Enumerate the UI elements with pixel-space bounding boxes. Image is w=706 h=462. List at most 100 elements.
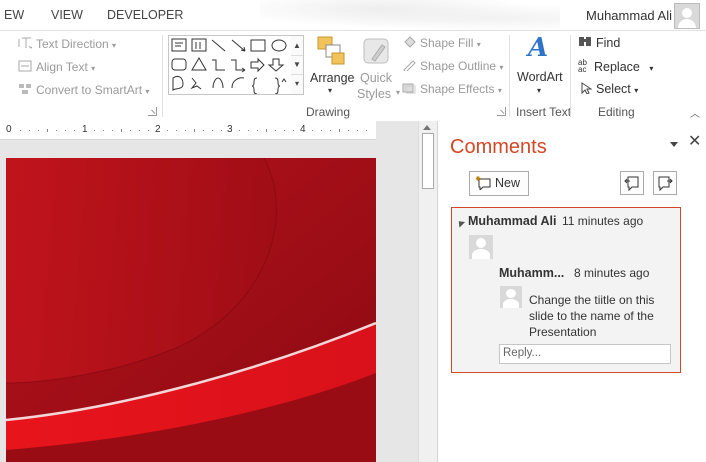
replace-button[interactable]: ab ac Replace ▾ (578, 58, 653, 75)
ruler-dot (221, 130, 222, 131)
reply-author: Muhamm... (499, 266, 565, 280)
arrange-button[interactable]: Arrange ▾ (308, 33, 354, 103)
select-label: Select (596, 82, 631, 96)
find-label: Find (596, 36, 621, 50)
drawing-dialog-launcher[interactable] (497, 107, 506, 116)
ruler-dot (176, 130, 177, 131)
gallery-more-icon[interactable]: ▾ (291, 74, 303, 93)
quick-styles-button[interactable]: Quick Styles ▾ (356, 33, 401, 103)
shape-effects-button[interactable]: Shape Effects ▾ (402, 82, 502, 96)
find-button[interactable]: Find (578, 36, 620, 50)
shape-effects-icon (402, 83, 416, 94)
wordart-button[interactable]: A WordArt ▾ (514, 33, 566, 103)
ruler-number: 2 (155, 124, 161, 135)
ruler-dot (56, 130, 57, 131)
ruler-dot (130, 130, 131, 131)
find-icon (579, 37, 591, 46)
shape-fill-icon (404, 36, 416, 48)
ruler-tick (266, 129, 267, 132)
ruler-dot (139, 130, 140, 131)
ribbon: Text Direction ▾ Align Text ▾ Convert to… (0, 30, 706, 122)
ruler-tick (194, 129, 195, 132)
collapse-thread-icon[interactable] (455, 218, 466, 228)
reply-input[interactable] (500, 345, 663, 361)
text-direction-button[interactable]: Text Direction ▾ (18, 37, 116, 51)
new-comment-icon (476, 176, 491, 190)
next-comment-button[interactable] (653, 171, 677, 195)
shapes-gallery[interactable] (168, 35, 292, 95)
slide-canvas[interactable] (6, 158, 376, 462)
convert-smartart-button[interactable]: Convert to SmartArt ▾ (18, 83, 149, 97)
shape-fill-button[interactable]: Shape Fill ▾ (402, 36, 481, 50)
text-direction-label: Text Direction (36, 37, 109, 51)
comments-pane-title: Comments (450, 136, 547, 158)
ruler-number: 3 (227, 124, 233, 135)
ribbon-tab-bar: EW VIEW DEVELOPER Muhammad Ali (0, 0, 706, 30)
shape-effects-label: Shape Effects (420, 82, 495, 96)
ruler-dot (148, 130, 149, 131)
slide-background (6, 158, 376, 462)
ruler-dot (366, 130, 367, 131)
paragraph-dialog-launcher[interactable] (148, 107, 157, 116)
quick-styles-dropdown-icon: ▾ (396, 88, 401, 97)
ruler-dot (312, 130, 313, 131)
pane-options-icon[interactable] (670, 142, 678, 147)
align-text-label: Align Text (36, 60, 88, 74)
ruler-dot (65, 130, 66, 131)
arrange-label: Arrange (310, 71, 355, 85)
align-text-icon (18, 60, 32, 72)
scroll-up-icon[interactable] (423, 125, 431, 130)
avatar (469, 235, 493, 259)
gallery-up-icon[interactable]: ▲ (291, 36, 303, 56)
ruler-dot (112, 130, 113, 131)
shape-fill-label: Shape Fill (420, 36, 474, 50)
reply-field[interactable] (499, 344, 671, 364)
scroll-thumb[interactable] (422, 133, 434, 189)
select-icon (581, 82, 592, 94)
ruler-dot (94, 130, 95, 131)
collapse-ribbon-icon[interactable]: ︿ (690, 105, 700, 120)
avatar (500, 286, 522, 308)
ruler-dot (74, 130, 75, 131)
comment-thread[interactable]: Muhammad Ali 11 minutes ago Muhamm... 8 … (451, 207, 681, 373)
convert-smartart-icon (19, 84, 31, 94)
ruler-dot (167, 130, 168, 131)
slide-editing-area: 0 1 2 3 4 (0, 121, 437, 462)
group-separator (570, 35, 571, 117)
group-separator (162, 35, 163, 117)
tab-developer[interactable]: DEVELOPER (107, 8, 183, 22)
arrange-dropdown-icon: ▾ (328, 86, 333, 95)
new-comment-button[interactable]: New (469, 171, 529, 196)
wordart-label: WordArt (517, 70, 563, 84)
insert-text-group-label: Insert Text (516, 105, 572, 119)
replace-icon: ab ac (578, 58, 587, 74)
wordart-dropdown-icon: ▾ (537, 86, 542, 95)
align-text-button[interactable]: Align Text ▾ (18, 60, 95, 74)
select-button[interactable]: Select ▾ (578, 82, 638, 96)
ruler-dot (348, 130, 349, 131)
ruler-dot (293, 130, 294, 131)
ruler-dot (203, 130, 204, 131)
ruler-dot (257, 130, 258, 131)
shapes-gallery-scroll[interactable]: ▲ ▼ ▾ (291, 35, 304, 95)
ruler-dot (239, 130, 240, 131)
close-icon[interactable]: ✕ (688, 134, 701, 150)
vertical-scrollbar[interactable] (418, 121, 437, 462)
convert-smartart-label: Convert to SmartArt (36, 83, 143, 97)
quick-styles-icon (363, 38, 389, 64)
account-avatar[interactable] (674, 3, 700, 29)
drawing-group-label: Drawing (306, 105, 351, 119)
tab-view[interactable]: VIEW (51, 8, 83, 22)
account-name[interactable]: Muhammad Ali (586, 8, 672, 23)
ruler-tick (47, 129, 48, 132)
shape-outline-icon (403, 60, 416, 71)
shape-outline-button[interactable]: Shape Outline ▾ (402, 59, 503, 73)
new-comment-label: New (495, 176, 521, 190)
gallery-down-icon[interactable]: ▼ (291, 55, 303, 75)
ruler-dot (185, 130, 186, 131)
tab-review[interactable]: EW (4, 8, 24, 22)
ruler-tick (339, 129, 340, 132)
editing-group-label: Editing (598, 105, 635, 119)
ruler-number: 4 (300, 124, 306, 135)
previous-comment-button[interactable] (620, 171, 644, 195)
